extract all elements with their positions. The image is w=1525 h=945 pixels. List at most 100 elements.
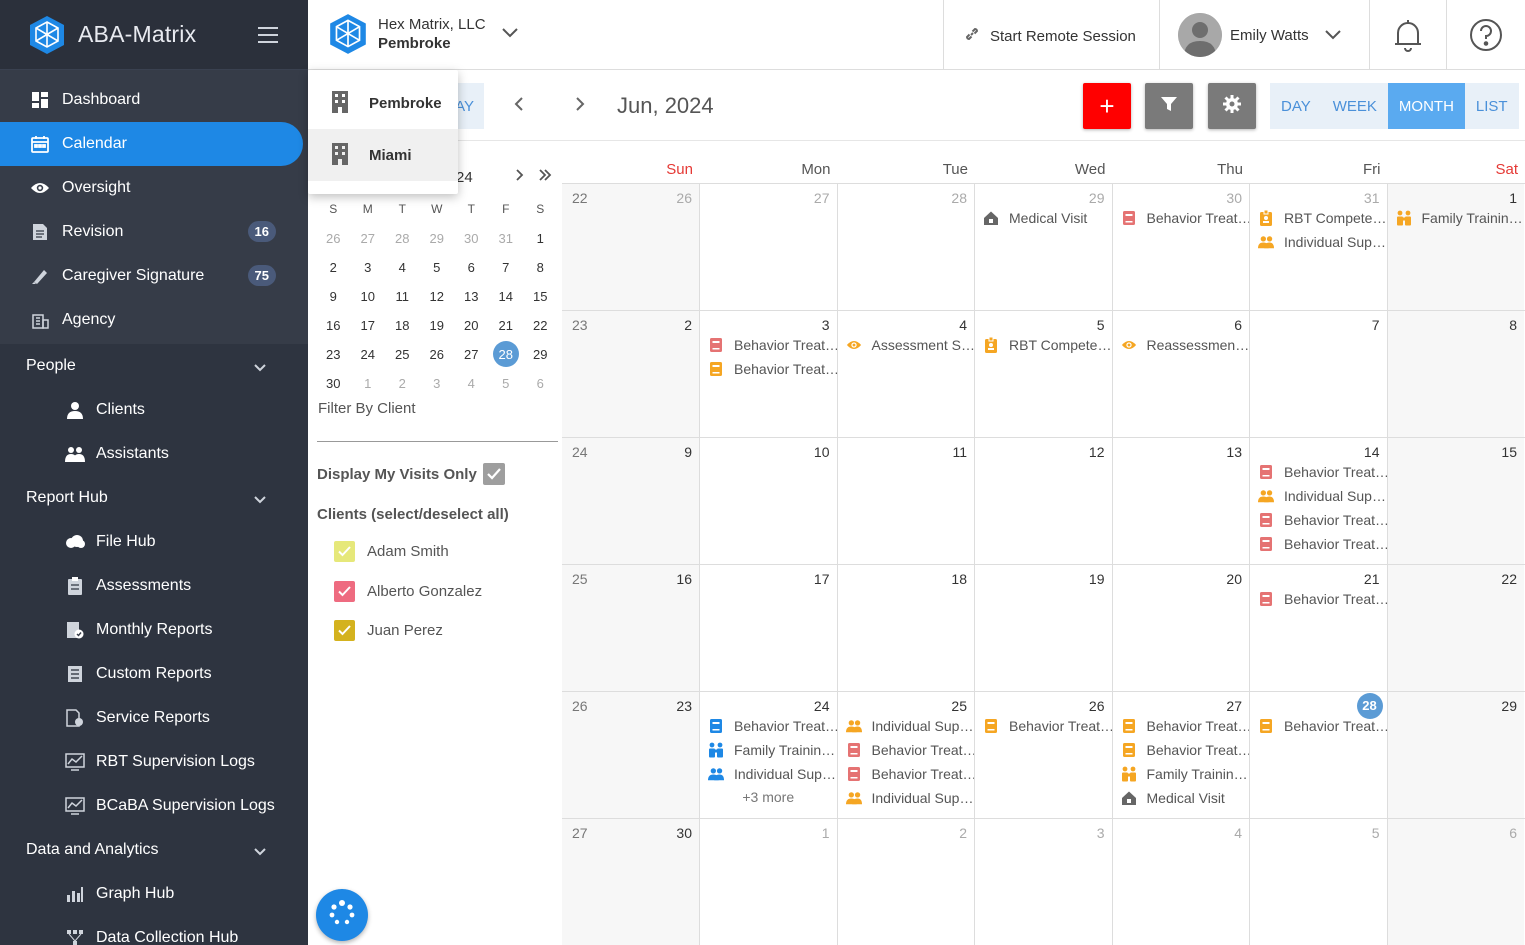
day-number[interactable]: 10 <box>814 444 830 460</box>
day-number[interactable]: 24 <box>814 698 830 714</box>
mini-calendar-day[interactable]: 9 <box>316 289 351 304</box>
chevron-down-icon[interactable] <box>501 25 518 43</box>
day-number[interactable]: 9 <box>684 444 692 460</box>
calendar-day-cell[interactable]: 1 <box>699 819 837 945</box>
sidebar-item-graph-hub[interactable]: Graph Hub <box>0 872 308 916</box>
day-number[interactable]: 28 <box>951 190 967 206</box>
calendar-day-cell[interactable]: 8 <box>1386 311 1524 437</box>
sidebar-item-bcaba-supervision-logs[interactable]: BCaBA Supervision Logs <box>0 784 308 828</box>
calendar-event[interactable]: Behavior Treat… <box>1113 738 1249 762</box>
section-data-analytics[interactable]: Data and Analytics <box>0 828 308 872</box>
calendar-day-cell[interactable]: 21 Behavior Treat… <box>1249 565 1387 691</box>
day-number[interactable]: 17 <box>814 571 830 587</box>
day-number[interactable]: 16 <box>676 571 692 587</box>
day-number[interactable]: 5 <box>1097 317 1105 333</box>
day-number[interactable]: 5 <box>1372 825 1380 841</box>
calendar-day-cell[interactable]: 10 <box>699 438 837 564</box>
display-my-visits-checkbox[interactable] <box>483 463 505 485</box>
sidebar-item-custom-reports[interactable]: Custom Reports <box>0 652 308 696</box>
sidebar-item-assistants[interactable]: Assistants <box>0 432 308 476</box>
section-people[interactable]: People <box>0 344 308 388</box>
calendar-event[interactable]: Behavior Treat… <box>1113 206 1249 230</box>
calendar-day-cell[interactable]: 15 <box>1386 438 1524 564</box>
calendar-event[interactable]: Reassessmen… <box>1113 333 1249 357</box>
mini-calendar-day[interactable]: 6 <box>454 260 489 275</box>
calendar-day-cell[interactable]: 24 Behavior Treat… Family Trainin… Individu… <box>699 692 837 818</box>
calendar-event[interactable]: Behavior Treat… <box>838 738 974 762</box>
calendar-event[interactable]: Behavior Treat… <box>700 357 837 381</box>
day-number[interactable]: 1 <box>822 825 830 841</box>
more-events-link[interactable]: +3 more <box>700 786 837 805</box>
mini-calendar-day[interactable]: 23 <box>316 347 351 362</box>
sidebar-item-oversight[interactable]: Oversight <box>0 166 308 210</box>
calendar-day-cell[interactable]: 4 Assessment S… <box>836 311 974 437</box>
mini-calendar-day[interactable]: 15 <box>523 289 558 304</box>
day-number[interactable]: 13 <box>1226 444 1242 460</box>
calendar-event[interactable]: Behavior Treat… <box>975 714 1112 738</box>
day-number[interactable]: 30 <box>676 825 692 841</box>
menu-toggle-icon[interactable] <box>258 27 278 43</box>
day-number[interactable]: 21 <box>1364 571 1380 587</box>
client-checkbox[interactable] <box>334 541 355 562</box>
day-number[interactable]: 4 <box>959 317 967 333</box>
day-number[interactable]: 4 <box>1234 825 1242 841</box>
settings-button[interactable] <box>1208 83 1256 129</box>
calendar-day-cell[interactable]: 5 RBT Compete… <box>974 311 1112 437</box>
day-number[interactable]: 15 <box>1501 444 1517 460</box>
mini-calendar-day[interactable]: 27 <box>351 231 386 246</box>
view-list-button[interactable]: LIST <box>1465 83 1519 129</box>
day-number[interactable]: 11 <box>952 444 967 460</box>
calendar-day-cell[interactable]: 6 Reassessmen… <box>1111 311 1249 437</box>
day-number[interactable]: 2 <box>684 317 692 333</box>
mini-calendar-day[interactable]: 31 <box>489 231 524 246</box>
calendar-event[interactable]: Behavior Treat… <box>1250 460 1387 484</box>
day-number[interactable]: 22 <box>1501 571 1517 587</box>
day-number[interactable]: 26 <box>1089 698 1105 714</box>
day-number[interactable]: 7 <box>1372 317 1380 333</box>
next-month-icon[interactable] <box>574 95 586 118</box>
calendar-day-cell[interactable]: 23 <box>600 692 699 818</box>
calendar-day-cell[interactable]: 9 <box>600 438 699 564</box>
floating-action-button[interactable] <box>316 889 368 941</box>
view-month-button[interactable]: MONTH <box>1387 83 1465 129</box>
mini-calendar-day[interactable]: 2 <box>316 260 351 275</box>
mini-calendar-day[interactable]: 30 <box>316 376 351 391</box>
mini-calendar-day[interactable]: 1 <box>523 231 558 246</box>
calendar-day-cell[interactable]: 19 <box>974 565 1112 691</box>
sidebar-item-assessments[interactable]: Assessments <box>0 564 308 608</box>
mini-calendar-day[interactable]: 3 <box>420 376 455 391</box>
mini-calendar-day[interactable]: 7 <box>489 260 524 275</box>
calendar-event[interactable]: Family Trainin… <box>1113 762 1250 786</box>
calendar-event[interactable]: Assessment S… <box>838 333 974 357</box>
mini-calendar-day[interactable]: 28 <box>489 341 524 367</box>
day-number[interactable]: 6 <box>1234 317 1242 333</box>
day-number[interactable]: 28 <box>1356 693 1383 719</box>
sidebar-item-monthly-reports[interactable]: Monthly Reports <box>0 608 308 652</box>
mini-calendar-day[interactable]: 3 <box>351 260 386 275</box>
calendar-day-cell[interactable]: 5 <box>1249 819 1387 945</box>
client-checkbox[interactable] <box>334 620 355 641</box>
mini-calendar-day[interactable]: 17 <box>351 318 386 333</box>
calendar-event[interactable]: Individual Sup… <box>1250 484 1387 508</box>
day-number[interactable]: 27 <box>814 190 830 206</box>
calendar-event[interactable]: Behavior Treat… <box>1250 508 1387 532</box>
sidebar-item-calendar[interactable]: Calendar <box>0 122 303 166</box>
day-number[interactable]: 8 <box>1509 317 1517 333</box>
sidebar-item-revision[interactable]: Revision 16 <box>0 210 308 254</box>
mini-calendar-day[interactable]: 20 <box>454 318 489 333</box>
filter-input-underline[interactable] <box>317 441 558 442</box>
mini-calendar-day[interactable]: 19 <box>420 318 455 333</box>
calendar-event[interactable]: Behavior Treat… <box>1113 714 1249 738</box>
calendar-event[interactable]: Medical Visit <box>975 206 1112 230</box>
mini-calendar-day[interactable]: 24 <box>351 347 386 362</box>
day-number[interactable]: 23 <box>676 698 692 714</box>
mini-calendar-day[interactable]: 10 <box>351 289 386 304</box>
day-number[interactable]: 3 <box>1097 825 1105 841</box>
calendar-day-cell[interactable]: 7 <box>1249 311 1387 437</box>
section-report-hub[interactable]: Report Hub <box>0 476 308 520</box>
calendar-day-cell[interactable]: 17 <box>699 565 837 691</box>
client-checkbox[interactable] <box>334 581 355 602</box>
calendar-event[interactable]: Behavior Treat… <box>1250 532 1387 556</box>
calendar-day-cell[interactable]: 26 <box>600 184 699 310</box>
user-menu[interactable]: Emily Watts <box>1178 13 1341 57</box>
